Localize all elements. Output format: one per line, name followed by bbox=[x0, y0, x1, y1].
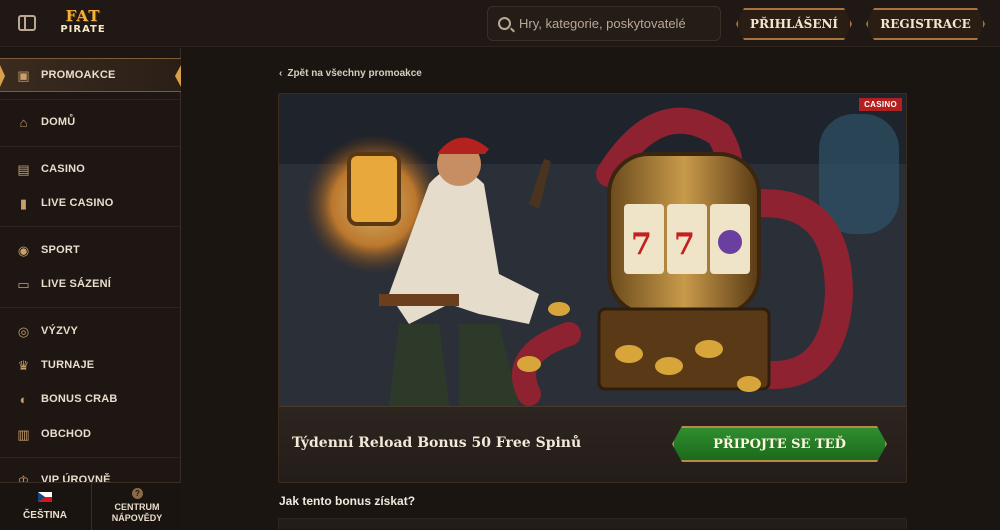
sidebar-item-label: PROMOAKCE bbox=[41, 69, 116, 81]
help-label-line1: CENTRUM bbox=[114, 502, 160, 512]
help-label-line2: NÁPOVĚDY bbox=[111, 513, 163, 523]
bag-icon: ▥ bbox=[17, 426, 30, 442]
sidebar-item-live-sazeni[interactable]: ▭ LIVE SÁZENÍ bbox=[0, 267, 181, 301]
main-content: ‹ Zpět na všechny promoakce 7 7 CASINO T… bbox=[182, 48, 1000, 529]
sidebar-item-label: DOMŮ bbox=[41, 116, 76, 128]
search-icon bbox=[498, 17, 511, 30]
chevron-left-icon: ‹ bbox=[279, 68, 283, 79]
how-to-get-bonus-heading: Jak tento bonus získat? bbox=[279, 494, 416, 508]
back-link-label: Zpět na všechny promoakce bbox=[287, 68, 422, 79]
sidebar-item-casino[interactable]: ▤ CASINO bbox=[0, 152, 181, 186]
crab-icon: ◐ bbox=[19, 391, 28, 407]
sidebar-item-obchod[interactable]: ▥ OBCHOD bbox=[0, 417, 181, 451]
live-icon: ▭ bbox=[17, 276, 30, 292]
language-selector[interactable]: ČEŠTINA bbox=[0, 483, 90, 530]
slot-machine-icon: ▤ bbox=[17, 161, 30, 177]
promo-artwork: 7 7 CASINO bbox=[279, 94, 906, 406]
gift-icon: ▣ bbox=[17, 67, 30, 83]
sidebar-item-label: VÝZVY bbox=[41, 325, 79, 337]
banner-footer: Týdenní Reload Bonus 50 Free Spinů PŘIPO… bbox=[279, 406, 906, 482]
sidebar-item-label: LIVE SÁZENÍ bbox=[41, 278, 112, 290]
nav-divider bbox=[0, 226, 180, 227]
nav-divider bbox=[0, 99, 180, 100]
sidebar-item-label: CASINO bbox=[41, 163, 85, 175]
language-label: ČEŠTINA bbox=[23, 510, 67, 521]
sidebar-item-vyzvy[interactable]: ◎ VÝZVY bbox=[0, 314, 181, 348]
svg-text:7: 7 bbox=[631, 227, 652, 262]
login-button[interactable]: PŘIHLÁŠENÍ bbox=[736, 8, 852, 40]
sidebar-item-promoakce[interactable]: ▣ PROMOAKCE bbox=[0, 58, 181, 92]
top-bar: FAT PIRATE PŘIHLÁŠENÍ REGISTRACE bbox=[0, 0, 1000, 47]
czech-flag-icon bbox=[38, 492, 52, 502]
cards-icon: ▮ bbox=[19, 195, 28, 211]
sidebar-item-label: SPORT bbox=[41, 244, 80, 256]
logo-top-text: FAT bbox=[65, 7, 101, 25]
casino-badge: CASINO bbox=[859, 98, 902, 111]
help-center-link[interactable]: ? CENTRUM NÁPOVĚDY bbox=[91, 483, 181, 530]
fat-pirate-logo[interactable]: FAT PIRATE bbox=[52, 9, 114, 37]
medal-icon: ◎ bbox=[17, 323, 30, 339]
sidebar-item-live-casino[interactable]: ▮ LIVE CASINO bbox=[0, 186, 181, 220]
nav-divider bbox=[0, 307, 180, 308]
promo-title: Týdenní Reload Bonus 50 Free Spinů bbox=[292, 435, 582, 451]
join-now-button[interactable]: PŘIPOJTE SE TEĎ bbox=[672, 426, 887, 462]
sidebar-item-label: OBCHOD bbox=[41, 428, 92, 440]
nav-divider bbox=[0, 457, 180, 458]
pirate-slot-illustration: 7 7 bbox=[279, 94, 906, 406]
sidebar-footer: ČEŠTINA ? CENTRUM NÁPOVĚDY bbox=[0, 482, 181, 530]
sidebar-item-domu[interactable]: ⌂ DOMŮ bbox=[0, 105, 181, 139]
sidebar-item-bonus-crab[interactable]: ◐ BONUS CRAB bbox=[0, 382, 181, 416]
sidebar-item-turnaje[interactable]: ♛ TURNAJE bbox=[0, 348, 181, 382]
promo-banner: 7 7 CASINO Týdenní Reload Bonus 50 Free … bbox=[278, 93, 907, 483]
sidebar-toggle-icon[interactable] bbox=[18, 15, 36, 31]
back-to-promotions-link[interactable]: ‹ Zpět na všechny promoakce bbox=[279, 68, 422, 79]
register-button[interactable]: REGISTRACE bbox=[866, 8, 985, 40]
help-center-label: CENTRUM NÁPOVĚDY bbox=[92, 502, 182, 524]
logo-bottom-text: PIRATE bbox=[60, 24, 106, 35]
search-box[interactable] bbox=[487, 6, 721, 41]
sidebar-item-label: LIVE CASINO bbox=[41, 197, 114, 209]
home-icon: ⌂ bbox=[19, 114, 28, 130]
ball-icon: ◉ bbox=[17, 242, 30, 258]
content-panel bbox=[278, 518, 907, 529]
sidebar: ▣ PROMOAKCE ⌂ DOMŮ ▤ CASINO ▮ LIVE CASIN… bbox=[0, 48, 181, 529]
sidebar-item-label: BONUS CRAB bbox=[41, 393, 118, 405]
sidebar-item-label: TURNAJE bbox=[41, 359, 95, 371]
nav-divider bbox=[0, 146, 180, 147]
search-input[interactable] bbox=[519, 7, 717, 40]
sidebar-item-sport[interactable]: ◉ SPORT bbox=[0, 233, 181, 267]
help-icon: ? bbox=[132, 488, 143, 499]
svg-text:7: 7 bbox=[674, 227, 695, 262]
trophy-icon: ♛ bbox=[17, 357, 30, 373]
